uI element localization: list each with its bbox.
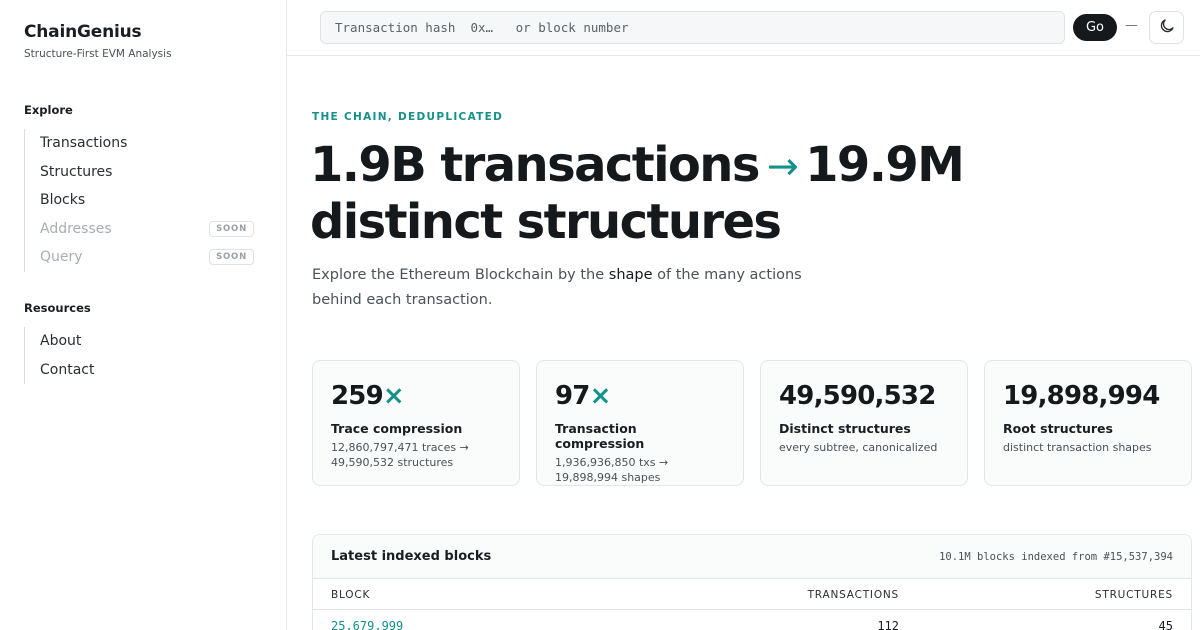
headline-from: 1.9B transactions <box>310 137 760 193</box>
sidebar-item-label: Query <box>40 249 83 266</box>
stat-value: 259× <box>331 381 405 411</box>
latest-blocks-table: Latest indexed blocks 10.1M blocks index… <box>312 534 1192 630</box>
headline-to: 19.9M <box>805 137 965 193</box>
search-input[interactable] <box>333 19 1052 36</box>
moon-icon <box>1158 17 1176 39</box>
intro-emphasis: shape <box>608 267 653 283</box>
sidebar-item-query: Query SOON <box>25 243 254 272</box>
stat-label: Distinct structures <box>779 421 911 436</box>
soon-badge: SOON <box>209 220 254 237</box>
sidebar-item-contact[interactable]: Contact <box>25 356 254 385</box>
sidebar-item-label: Structures <box>40 163 113 180</box>
stat-value: 19,898,994 <box>1003 381 1160 411</box>
column-headers: BLOCK TRANSACTIONS STRUCTURES <box>313 579 1191 610</box>
sidebar: ChainGenius Structure-First EVM Analysis… <box>0 0 287 630</box>
explore-heading: Explore <box>24 103 73 117</box>
stat-card-transaction-compression: 97× Transaction compression 1,936,936,85… <box>536 360 744 486</box>
sidebar-item-structures[interactable]: Structures <box>25 158 254 187</box>
hero-intro: Explore the Ethereum Blockchain by the s… <box>312 263 812 313</box>
intro-before: Explore the Ethereum Blockchain by the <box>312 267 609 283</box>
column-header-block: BLOCK <box>331 589 371 601</box>
stat-sub: 12,860,797,471 traces → 49,590,532 struc… <box>331 441 469 469</box>
block-link[interactable]: 25,679,999 <box>331 619 403 630</box>
go-button[interactable]: Go <box>1073 14 1117 41</box>
sidebar-item-label: Contact <box>40 361 95 378</box>
structures-cell: 45 <box>1158 619 1173 630</box>
stat-sub: 1,936,936,850 txs → 19,898,994 shapes <box>555 456 669 484</box>
stat-value: 49,590,532 <box>779 381 936 411</box>
transactions-cell: 112 <box>877 619 899 630</box>
sidebar-item-label: Blocks <box>40 192 86 209</box>
table-header: Latest indexed blocks 10.1M blocks index… <box>313 535 1191 579</box>
sidebar-item-transactions[interactable]: Transactions <box>25 129 254 158</box>
separator: — <box>1125 18 1138 33</box>
stat-value: 97× <box>555 381 611 411</box>
explore-nav: Transactions Structures Blocks Addresses… <box>24 129 254 272</box>
stat-sub: distinct transaction shapes <box>1003 441 1152 454</box>
sidebar-item-label: About <box>40 333 82 350</box>
stat-card-trace-compression: 259× Trace compression 12,860,797,471 tr… <box>312 360 520 486</box>
resources-nav: About Contact <box>24 327 254 384</box>
brand[interactable]: ChainGenius Structure-First EVM Analysis <box>24 22 172 60</box>
arrow-icon: → <box>766 144 799 188</box>
column-header-transactions: TRANSACTIONS <box>807 589 899 601</box>
app-root: ChainGenius Structure-First EVM Analysis… <box>0 0 1200 630</box>
sidebar-item-about[interactable]: About <box>25 327 254 356</box>
search-box[interactable] <box>320 11 1065 44</box>
stat-label: Transaction compression <box>555 421 645 451</box>
hero-headline: 1.9B transactions → 19.9M distinct structu… <box>310 138 1010 249</box>
table-title: Latest indexed blocks <box>331 549 492 564</box>
sidebar-item-label: Transactions <box>40 135 128 152</box>
stat-sub: every subtree, canonicalized <box>779 441 938 454</box>
column-header-structures: STRUCTURES <box>1094 589 1173 601</box>
hero-eyebrow: THE CHAIN, DEDUPLICATED <box>312 111 504 123</box>
table-row[interactable]: 25,679,999 112 45 <box>313 610 1191 630</box>
topbar: Go — <box>287 0 1200 56</box>
theme-toggle-button[interactable] <box>1149 11 1184 44</box>
brand-title[interactable]: ChainGenius <box>24 22 172 42</box>
sidebar-item-addresses: Addresses SOON <box>25 215 254 244</box>
soon-badge: SOON <box>209 249 254 266</box>
stat-card-root-structures: 19,898,994 Root structures distinct tran… <box>984 360 1192 486</box>
sidebar-item-blocks[interactable]: Blocks <box>25 186 254 215</box>
sidebar-item-label: Addresses <box>40 220 112 237</box>
resources-heading: Resources <box>24 301 91 315</box>
table-meta: 10.1M blocks indexed from #15,537,394 <box>939 551 1173 563</box>
brand-subtitle: Structure-First EVM Analysis <box>24 48 172 60</box>
stat-label: Root structures <box>1003 421 1113 436</box>
stat-card-distinct-structures: 49,590,532 Distinct structures every sub… <box>760 360 968 486</box>
stat-label: Trace compression <box>331 421 463 436</box>
headline-to-rest: distinct structures <box>310 194 782 250</box>
